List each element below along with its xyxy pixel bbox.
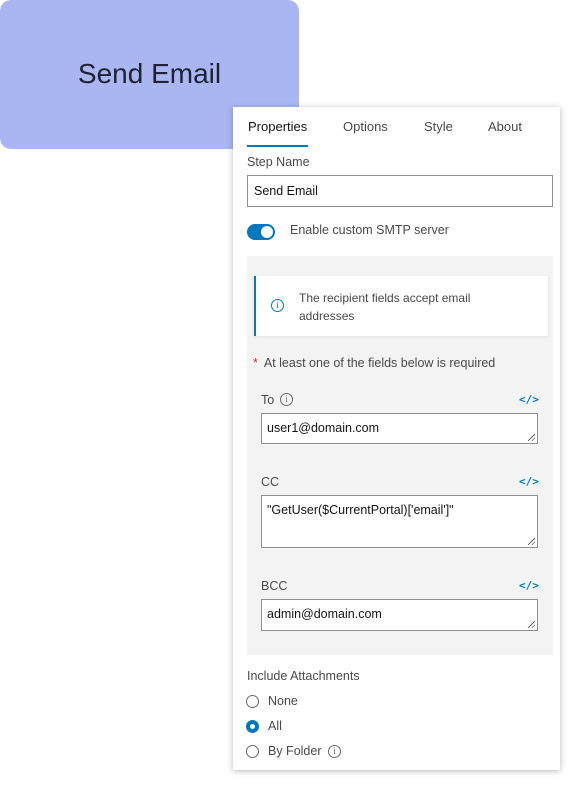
notice-text: The recipient fields accept email addres… bbox=[299, 291, 471, 323]
bcc-expression-code-icon[interactable]: </> bbox=[519, 579, 539, 592]
step-node-title: Send Email bbox=[77, 57, 222, 89]
step-name-input[interactable]: Send Email bbox=[247, 175, 553, 207]
step-name-label: Step Name bbox=[247, 155, 310, 169]
tab-properties[interactable]: Properties bbox=[248, 119, 307, 134]
attachments-all-label[interactable]: All bbox=[268, 719, 282, 733]
recipient-notice: i The recipient fields accept email addr… bbox=[254, 276, 548, 336]
tab-options[interactable]: Options bbox=[343, 119, 388, 134]
tab-about[interactable]: About bbox=[488, 119, 522, 134]
recipients-section: i The recipient fields accept email addr… bbox=[247, 256, 553, 655]
attachments-all-radio[interactable] bbox=[246, 720, 259, 733]
attachments-by-folder-label[interactable]: By Folder bbox=[268, 744, 322, 758]
cc-value: "GetUser($CurrentPortal)['email']" bbox=[267, 503, 454, 517]
panel-tabs: Properties Options Style About bbox=[233, 107, 560, 147]
required-star: * bbox=[253, 356, 258, 370]
step-name-value: Send Email bbox=[254, 184, 318, 198]
smtp-toggle-label: Enable custom SMTP server bbox=[290, 223, 449, 237]
resize-handle-icon[interactable] bbox=[528, 621, 535, 628]
cc-label: CC bbox=[261, 475, 280, 489]
attachments-by-folder-radio[interactable] bbox=[246, 745, 259, 758]
cc-field[interactable]: "GetUser($CurrentPortal)['email']" bbox=[261, 495, 538, 548]
smtp-toggle[interactable] bbox=[247, 224, 275, 240]
to-field[interactable]: user1@domain.com bbox=[261, 413, 538, 444]
bcc-value: admin@domain.com bbox=[267, 607, 382, 621]
bcc-label: BCC bbox=[261, 579, 288, 593]
required-note: * At least one of the fields below is req… bbox=[253, 356, 495, 370]
to-expression-code-icon[interactable]: </> bbox=[519, 393, 539, 406]
attachments-none-radio[interactable] bbox=[246, 695, 259, 708]
required-note-text: At least one of the fields below is requ… bbox=[263, 356, 496, 370]
properties-panel: Properties Options Style About Step Name… bbox=[233, 107, 560, 770]
toggle-knob bbox=[261, 226, 273, 238]
tab-style[interactable]: Style bbox=[424, 119, 453, 134]
by-folder-info-icon[interactable]: i bbox=[328, 745, 341, 758]
active-tab-indicator bbox=[247, 145, 308, 147]
cc-expression-code-icon[interactable]: </> bbox=[519, 475, 539, 488]
to-label: To bbox=[261, 393, 275, 407]
resize-handle-icon[interactable] bbox=[528, 434, 535, 441]
to-value: user1@domain.com bbox=[267, 421, 380, 435]
bcc-field[interactable]: admin@domain.com bbox=[261, 599, 538, 631]
to-info-icon[interactable]: i bbox=[280, 393, 293, 406]
attachments-label: Include Attachments bbox=[247, 669, 360, 683]
attachments-none-label[interactable]: None bbox=[268, 694, 298, 708]
info-icon: i bbox=[271, 299, 284, 312]
resize-handle-icon[interactable] bbox=[528, 538, 535, 545]
